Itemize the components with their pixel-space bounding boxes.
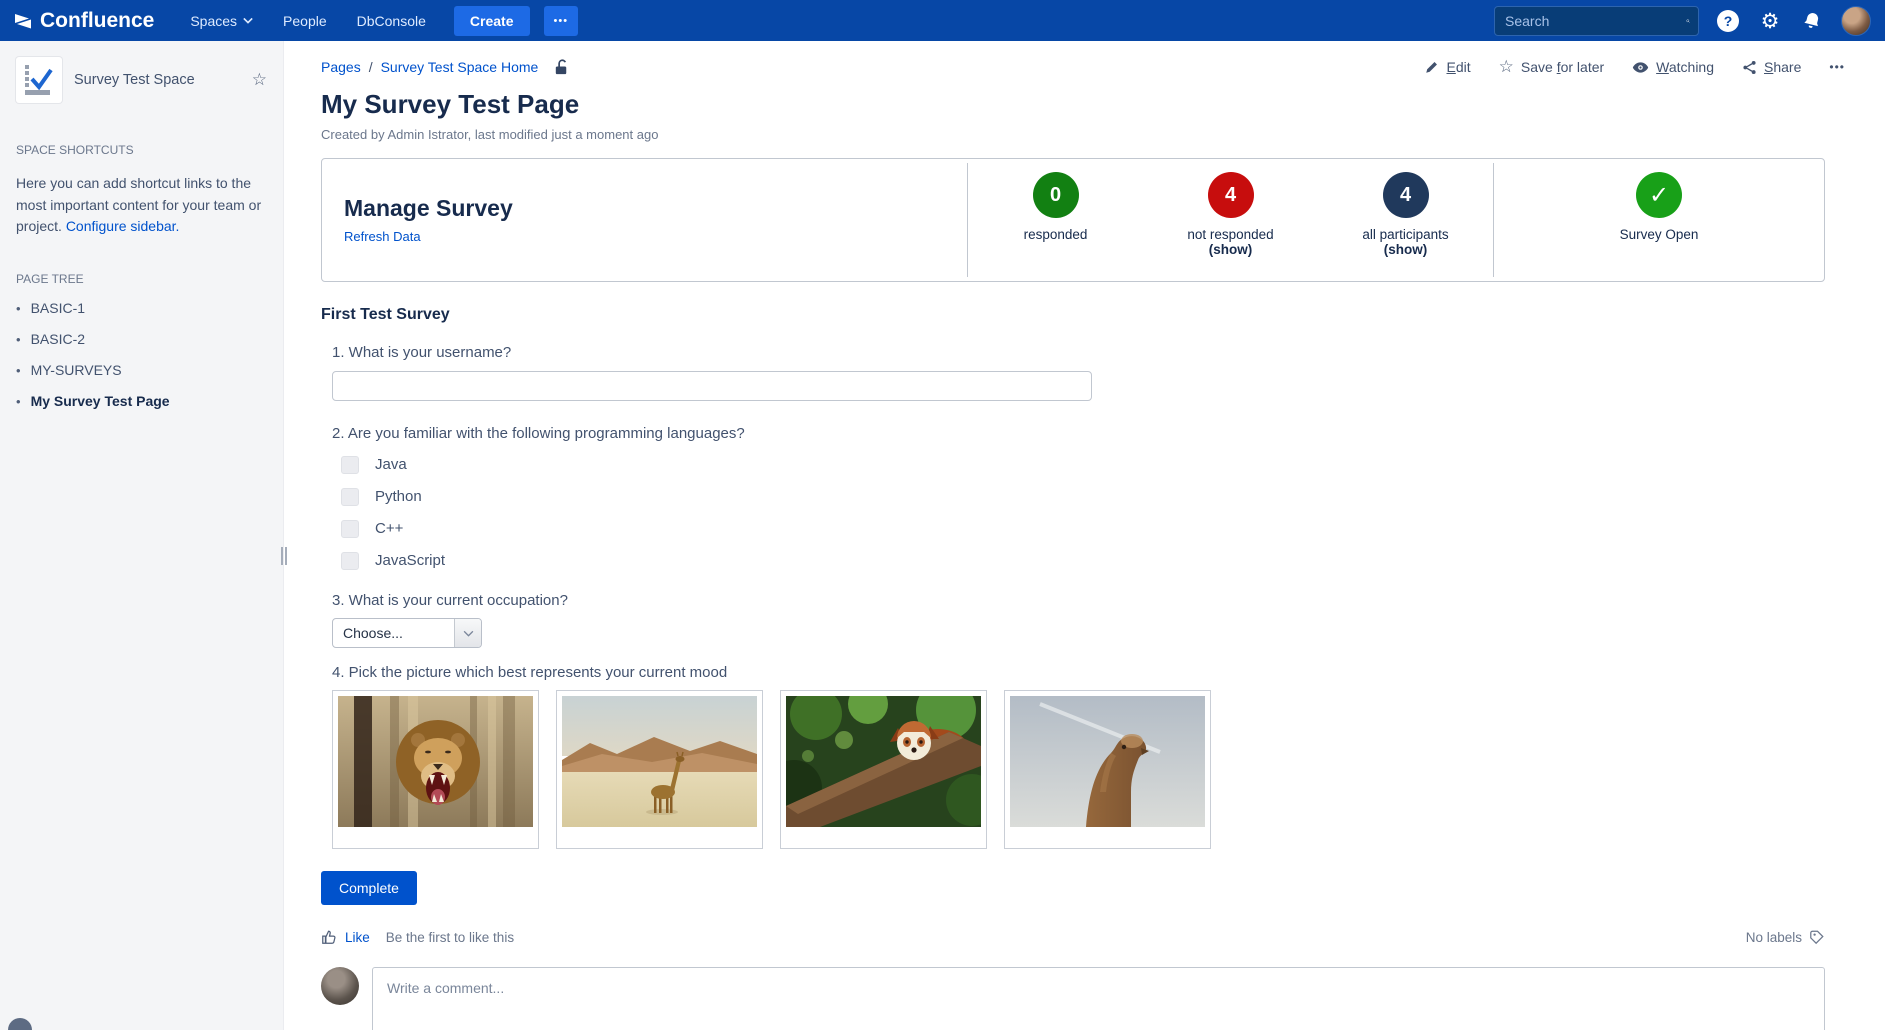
star-icon [1499, 57, 1514, 77]
favorite-star-icon[interactable] [252, 70, 267, 90]
survey-form: First Test Survey 1. What is your userna… [321, 306, 1825, 905]
space-shortcuts-heading: SPACE SHORTCUTS [16, 143, 267, 157]
byline: Created by Admin Istrator, last modified… [321, 127, 1825, 142]
notifications-bell-icon[interactable] [1799, 8, 1825, 34]
sidebar-item-current-page[interactable]: My Survey Test Page [16, 393, 267, 409]
manage-survey-panel: Manage Survey Refresh Data 0 responded 4… [321, 158, 1825, 282]
search-input[interactable] [1505, 13, 1686, 29]
question-3-label: 3. What is your current occupation? [332, 592, 1825, 609]
pencil-icon [1424, 60, 1439, 75]
user-avatar[interactable] [1841, 6, 1871, 36]
checkbox-row-cpp: C++ [341, 519, 1825, 538]
sidebar-item-basic-1[interactable]: BASIC-1 [16, 300, 267, 316]
question-1-label: 1. What is your username? [332, 344, 1825, 361]
space-name[interactable]: Survey Test Space [74, 72, 195, 88]
survey-status-label: Survey Open [1494, 227, 1824, 242]
python-checkbox[interactable] [341, 488, 359, 506]
question-4-label: 4. Pick the picture which best represent… [332, 664, 1825, 681]
brand-wordmark: Confluence [40, 9, 154, 33]
space-sidebar: Survey Test Space SPACE SHORTCUTS Here y… [0, 41, 284, 1030]
page-actions: Edit Save for later Watching [1424, 57, 1845, 77]
like-button[interactable]: Like [321, 929, 370, 945]
mood-image-giraffe[interactable] [556, 690, 763, 849]
labels-text: No labels [1746, 930, 1802, 945]
page-content: Pages / Survey Test Space Home Edit [284, 41, 1885, 1030]
cpp-checkbox[interactable] [341, 520, 359, 538]
occupation-select[interactable]: Choose... [332, 618, 482, 648]
confluence-logo[interactable]: Confluence [14, 9, 154, 33]
not-responded-count-badge: 4 [1208, 172, 1254, 218]
comment-section: Write a comment... [321, 967, 1825, 1030]
mood-picture-options [332, 690, 1825, 849]
checkbox-row-java: Java [341, 455, 1825, 474]
survey-open-check-icon: ✓ [1636, 172, 1682, 218]
all-participants-count-badge: 4 [1383, 172, 1429, 218]
stat-all-participants: 4 all participants (show) [1321, 172, 1491, 281]
survey-title: First Test Survey [321, 306, 1825, 324]
mood-image-camel[interactable] [1004, 690, 1211, 849]
stat-not-responded: 4 not responded (show) [1146, 172, 1316, 281]
sidebar-item-basic-2[interactable]: BASIC-2 [16, 331, 267, 347]
unrestricted-lock-icon[interactable] [552, 58, 571, 77]
checkbox-row-javascript: JavaScript [341, 551, 1825, 570]
watching-button[interactable]: Watching [1632, 59, 1714, 75]
space-logo[interactable] [16, 57, 62, 103]
java-checkbox[interactable] [341, 456, 359, 474]
search-box[interactable] [1494, 6, 1699, 36]
space-shortcuts-text: Here you can add shortcut links to the m… [16, 173, 268, 238]
nav-more-button[interactable]: ••• [544, 6, 579, 36]
stat-responded: 0 responded [971, 172, 1141, 281]
page-tree-heading: PAGE TREE [16, 272, 267, 286]
commenter-avatar [321, 967, 359, 1005]
share-button[interactable]: Share [1742, 59, 1801, 75]
sidebar-item-my-surveys[interactable]: MY-SURVEYS [16, 362, 267, 378]
breadcrumb: Pages / Survey Test Space Home [321, 58, 571, 77]
help-icon[interactable]: ? [1715, 8, 1741, 34]
social-bar: Like Be the first to like this No labels [321, 929, 1825, 945]
confluence-logo-icon [14, 12, 32, 30]
configure-sidebar-link[interactable]: Configure sidebar. [66, 218, 180, 234]
checkbox-row-python: Python [341, 487, 1825, 506]
nav-spaces[interactable]: Spaces [178, 5, 265, 37]
javascript-checkbox[interactable] [341, 552, 359, 570]
page-more-button[interactable]: ••• [1829, 60, 1845, 74]
question-2-label: 2. Are you familiar with the following p… [332, 425, 1825, 442]
comment-input[interactable]: Write a comment... [372, 967, 1825, 1030]
edit-button[interactable]: Edit [1424, 59, 1470, 75]
eye-icon [1632, 61, 1649, 74]
create-button[interactable]: Create [454, 6, 530, 36]
complete-button[interactable]: Complete [321, 871, 417, 905]
nav-people[interactable]: People [271, 5, 339, 37]
app-header: Confluence Spaces People DbConsole Creat… [0, 0, 1885, 41]
show-all-participants-link[interactable]: (show) [1321, 242, 1491, 257]
save-for-later-button[interactable]: Save for later [1499, 57, 1605, 77]
show-not-responded-link[interactable]: (show) [1146, 242, 1316, 257]
mood-image-red-panda[interactable] [780, 690, 987, 849]
survey-status: ✓ Survey Open [1494, 159, 1824, 281]
username-input[interactable] [332, 371, 1092, 401]
sidebar-resize-grip[interactable] [281, 547, 289, 565]
page-title: My Survey Test Page [321, 89, 1825, 120]
like-hint: Be the first to like this [386, 930, 514, 945]
thumbs-up-icon [321, 929, 337, 945]
page-tree: PAGE TREE BASIC-1 BASIC-2 MY-SURVEYS My … [16, 272, 267, 409]
refresh-data-link[interactable]: Refresh Data [344, 229, 421, 244]
manage-survey-title: Manage Survey [344, 195, 967, 222]
settings-gear-icon[interactable] [1757, 8, 1783, 34]
nav-dbconsole[interactable]: DbConsole [345, 5, 438, 37]
share-icon [1742, 60, 1757, 75]
select-chevron-icon [454, 619, 481, 647]
breadcrumb-space-home-link[interactable]: Survey Test Space Home [381, 59, 539, 75]
responded-count-badge: 0 [1033, 172, 1079, 218]
breadcrumb-pages-link[interactable]: Pages [321, 59, 361, 75]
mood-image-roaring-lion[interactable] [332, 690, 539, 849]
search-icon [1686, 13, 1690, 29]
chevron-down-icon [243, 17, 253, 24]
label-tag-icon[interactable] [1809, 929, 1825, 945]
